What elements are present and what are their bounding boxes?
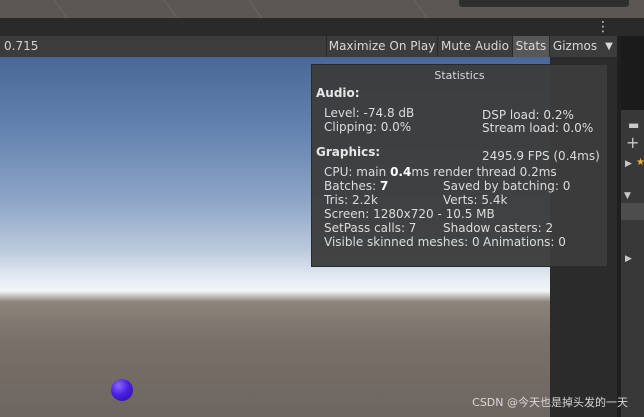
sphere-object: [111, 379, 133, 401]
expand-arrow-icon[interactable]: ▶: [625, 158, 632, 170]
cpu-readout: CPU: main 0.4ms render thread 0.2ms: [324, 166, 557, 179]
gizmos-dropdown-icon[interactable]: ▼: [601, 36, 617, 57]
verts-readout: Verts: 5.4k: [443, 193, 508, 207]
audio-level: Level: -74.8 dB: [324, 106, 415, 120]
plus-icon[interactable]: +: [626, 135, 639, 151]
shadow-casters: Shadow casters: 2: [443, 221, 554, 235]
fps-readout: 2495.9 FPS (0.4ms): [482, 149, 600, 163]
cpu-suffix: ms render thread 0.2ms: [411, 165, 557, 179]
batches-value: 7: [380, 179, 389, 193]
grid-line: [248, 0, 263, 18]
batches-readout: Batches: 7: [324, 180, 388, 193]
hierarchy-row-selected[interactable]: [621, 203, 644, 220]
mute-audio-button[interactable]: Mute Audio: [437, 36, 512, 57]
maximize-on-play-button[interactable]: Maximize On Play: [326, 36, 437, 57]
audio-header: Audio:: [316, 86, 360, 100]
visible-skinned-meshes: Visible skinned meshes: 0: [324, 235, 480, 249]
graphics-header: Graphics:: [316, 145, 381, 159]
setpass-calls: SetPass calls: 7: [324, 221, 417, 235]
hierarchy-header: [621, 36, 644, 110]
more-options-icon[interactable]: ⋮: [596, 20, 610, 34]
grid-line: [413, 0, 428, 18]
tris-readout: Tris: 2.2k: [324, 193, 378, 207]
game-view-toolbar: 0.715 Maximize On Play Mute Audio Stats …: [0, 36, 617, 58]
stream-load: Stream load: 0.0%: [482, 121, 594, 135]
saved-by-batching: Saved by batching: 0: [443, 179, 571, 193]
grid-line: [53, 0, 68, 18]
folder-icon[interactable]: ▬: [628, 119, 639, 131]
statistics-panel: Statistics Audio: Level: -74.8 dB Clippi…: [311, 64, 608, 267]
grid-line: [163, 0, 178, 18]
watermark: CSDN @今天也是掉头发的一天: [472, 396, 628, 409]
scene-overlay-panel: [458, 0, 630, 8]
statistics-title: Statistics: [434, 69, 485, 82]
batches-prefix: Batches:: [324, 179, 380, 193]
unity-editor-window: ⋮ 0.715 Maximize On Play Mute Audio Stat…: [0, 0, 644, 417]
scene-star-icon: ★: [636, 157, 644, 168]
animations-readout: Animations: 0: [483, 235, 566, 249]
tab-bar: [0, 18, 644, 36]
cpu-main-value: 0.4: [390, 165, 412, 179]
collapse-arrow-icon[interactable]: ▼: [624, 190, 631, 202]
cpu-prefix: CPU: main: [324, 165, 391, 179]
stats-button[interactable]: Stats: [512, 36, 549, 57]
expand-arrow-icon[interactable]: ▶: [625, 253, 632, 265]
screen-readout: Screen: 1280x720 - 10.5 MB: [324, 207, 495, 221]
gizmos-button[interactable]: Gizmos: [549, 36, 600, 57]
audio-clipping: Clipping: 0.0%: [324, 120, 412, 134]
scale-value: 0.715: [4, 39, 39, 53]
